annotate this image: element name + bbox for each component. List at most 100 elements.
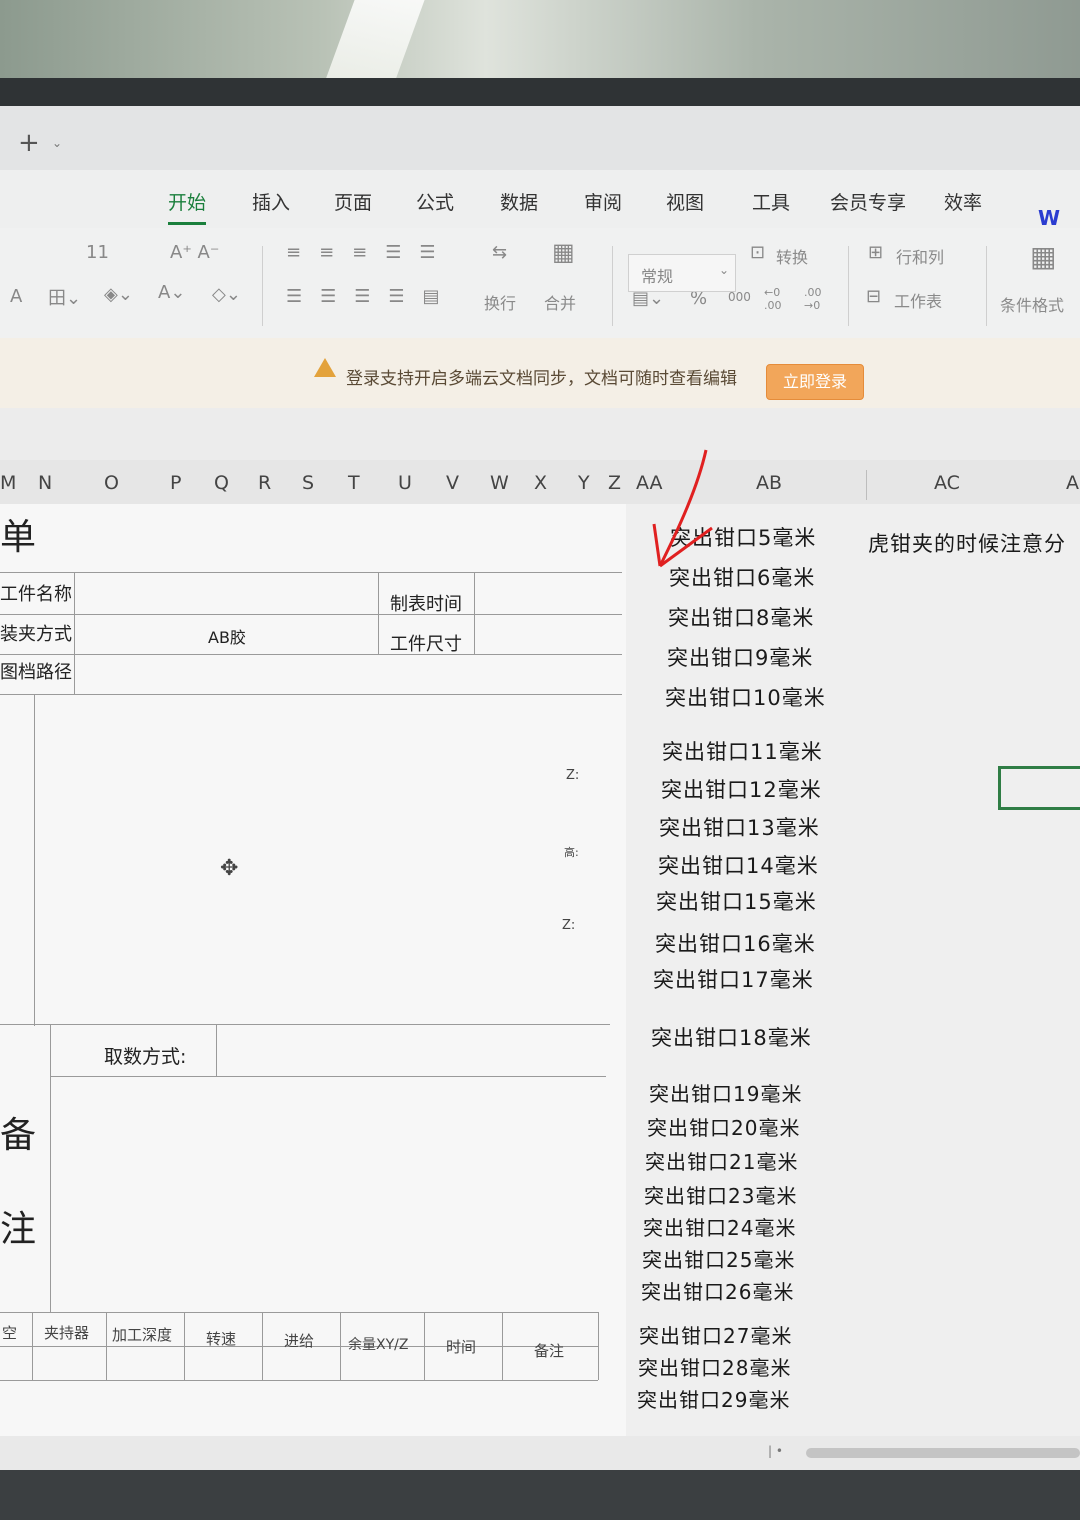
note-cell[interactable]: 突出钳口14毫米 — [658, 850, 819, 880]
note-cell[interactable]: 突出钳口25毫米 — [642, 1244, 795, 1273]
wps-logo: W — [1038, 206, 1061, 230]
thousands-button[interactable]: 000 — [728, 290, 751, 304]
table-header: 时间 — [446, 1338, 477, 1356]
wrap-button[interactable]: 换行 — [484, 290, 516, 314]
ribbon-tab-bar: 开始 插入 页面 公式 数据 审阅 视图 工具 会员专享 效率 — [0, 170, 1080, 228]
horizontal-scrollbar[interactable] — [806, 1448, 1080, 1458]
z-label: Z: — [566, 768, 580, 783]
worksheet-icon[interactable]: ⊟ — [866, 286, 881, 307]
tab-insert[interactable]: 插入 — [252, 188, 290, 215]
column-header[interactable]: X — [534, 472, 547, 494]
column-header[interactable]: AC — [934, 472, 960, 494]
clamp-method-value[interactable]: AB胶 — [208, 624, 246, 648]
number-format-select[interactable]: 常规 ⌄ — [628, 254, 736, 292]
column-header[interactable]: AB — [756, 472, 782, 494]
note-cell[interactable]: 突出钳口16毫米 — [655, 928, 816, 958]
column-header[interactable]: T — [348, 472, 360, 494]
remark-char: 注 — [0, 1209, 37, 1250]
note-cell[interactable]: 突出钳口8毫米 — [668, 602, 814, 632]
table-header: 空 — [2, 1324, 18, 1342]
row-col-button[interactable]: 行和列 — [896, 244, 944, 268]
note-cell[interactable]: 突出钳口24毫米 — [643, 1212, 796, 1241]
chevron-down-icon[interactable]: ⌄ — [52, 136, 62, 150]
column-header[interactable]: R — [258, 472, 271, 494]
wrap-icon[interactable]: ⇆ — [492, 242, 507, 263]
merge-button[interactable]: 合并 — [544, 290, 576, 314]
table-header: 余量XY/Z — [348, 1337, 409, 1353]
tab-data[interactable]: 数据 — [500, 188, 538, 215]
note-cell-ac[interactable]: 虎钳夹的时候注意分 — [868, 528, 1066, 558]
column-header[interactable]: V — [446, 472, 459, 494]
table-header: 夹持器 — [44, 1324, 90, 1342]
column-header[interactable]: U — [398, 472, 412, 494]
decrease-decimal-button[interactable]: .00 →0 — [804, 286, 834, 312]
conditional-format-button[interactable]: 条件格式 — [1000, 292, 1064, 316]
align-left-icons[interactable]: ☰☰☰☰▤ — [286, 286, 458, 307]
column-header[interactable]: Y — [578, 472, 590, 494]
selected-cell[interactable] — [998, 766, 1080, 810]
note-cell[interactable]: 突出钳口18毫米 — [651, 1022, 812, 1052]
note-cell[interactable]: 突出钳口10毫米 — [665, 682, 826, 712]
tab-review[interactable]: 审阅 — [584, 188, 622, 215]
increase-font-icon[interactable]: A⁺ A⁻ — [170, 242, 219, 263]
document-tab-strip: + ⌄ — [0, 106, 1080, 170]
note-cell[interactable]: 突出钳口9毫米 — [667, 642, 813, 672]
tab-efficiency[interactable]: 效率 — [944, 188, 982, 215]
note-cell[interactable]: 突出钳口21毫米 — [645, 1146, 798, 1175]
ribbon-toolbar: A 田⌄ ◈⌄ A⌄ ◇⌄ A⁺ A⁻ 11 ≡≡≡☰☰ ☰☰☰☰▤ ⇆ 换行 … — [0, 228, 1080, 339]
note-cell[interactable]: 突出钳口23毫米 — [644, 1180, 797, 1209]
tab-view[interactable]: 视图 — [666, 188, 704, 215]
tab-page[interactable]: 页面 — [334, 188, 372, 215]
font-size-icon[interactable]: A — [10, 286, 22, 307]
move-cursor-icon: ✥ — [220, 856, 239, 881]
font-size-number[interactable]: 11 — [86, 242, 109, 263]
table-header: 转速 — [206, 1330, 237, 1348]
font-color-icon[interactable]: A⌄ — [158, 282, 185, 303]
column-header[interactable]: O — [104, 472, 119, 494]
note-cell[interactable]: 突出钳口13毫米 — [659, 812, 820, 842]
tab-home[interactable]: 开始 — [168, 188, 207, 225]
row-col-icon[interactable]: ⊞ — [868, 242, 883, 263]
warning-icon — [314, 358, 336, 377]
border-icon[interactable]: 田⌄ — [48, 284, 81, 310]
clamp-method-label: 装夹方式 — [0, 624, 72, 645]
note-cell[interactable]: 突出钳口27毫米 — [639, 1320, 792, 1349]
column-header[interactable]: M — [0, 472, 16, 494]
note-cell[interactable]: 突出钳口19毫米 — [649, 1078, 802, 1107]
spreadsheet-window: + ⌄ 开始 插入 页面 公式 数据 审阅 视图 工具 会员专享 效率 A 田⌄… — [0, 106, 1080, 1472]
login-button[interactable]: 立即登录 — [766, 364, 864, 400]
fill-bucket-icon[interactable]: ◈⌄ — [104, 284, 133, 305]
note-cell[interactable]: 突出钳口12毫米 — [661, 774, 822, 804]
column-header[interactable]: S — [302, 472, 314, 494]
column-header[interactable]: Z — [608, 472, 621, 494]
note-cell[interactable]: 突出钳口15毫米 — [656, 886, 817, 916]
note-cell[interactable]: 突出钳口17毫米 — [653, 964, 814, 994]
column-header[interactable]: Q — [214, 472, 229, 494]
tab-tools[interactable]: 工具 — [752, 188, 790, 215]
column-header[interactable]: P — [170, 472, 181, 494]
column-header[interactable]: N — [38, 472, 52, 494]
tab-member[interactable]: 会员专享 — [830, 188, 906, 215]
note-cell[interactable]: 突出钳口29毫米 — [637, 1384, 790, 1413]
worksheet-button[interactable]: 工作表 — [894, 288, 942, 312]
z-label: Z: — [562, 918, 576, 933]
convert-button[interactable]: 转换 — [776, 244, 808, 268]
merge-icon[interactable]: ▦ — [552, 238, 575, 266]
convert-icon[interactable]: ⊡ — [750, 242, 765, 263]
table-header: 加工深度 — [112, 1326, 173, 1344]
increase-decimal-button[interactable]: ←0 .00 — [764, 286, 794, 312]
scroll-left-icon[interactable]: | • — [768, 1444, 783, 1458]
tab-formula[interactable]: 公式 — [416, 188, 454, 215]
photo-background — [0, 0, 1080, 90]
note-cell[interactable]: 突出钳口26毫米 — [641, 1276, 794, 1305]
plus-icon[interactable]: + — [18, 128, 40, 158]
note-cell[interactable]: 突出钳口20毫米 — [647, 1112, 800, 1141]
column-header[interactable]: W — [490, 472, 509, 494]
eraser-icon[interactable]: ◇⌄ — [212, 284, 241, 305]
height-label: 高: — [564, 846, 579, 859]
note-cell[interactable]: 突出钳口11毫米 — [662, 736, 823, 766]
monitor-bezel-bottom — [0, 1470, 1080, 1520]
conditional-format-icon[interactable]: ▦ — [1030, 240, 1056, 273]
note-cell[interactable]: 突出钳口28毫米 — [638, 1352, 791, 1381]
align-top-icons[interactable]: ≡≡≡☰☰ — [286, 242, 454, 263]
